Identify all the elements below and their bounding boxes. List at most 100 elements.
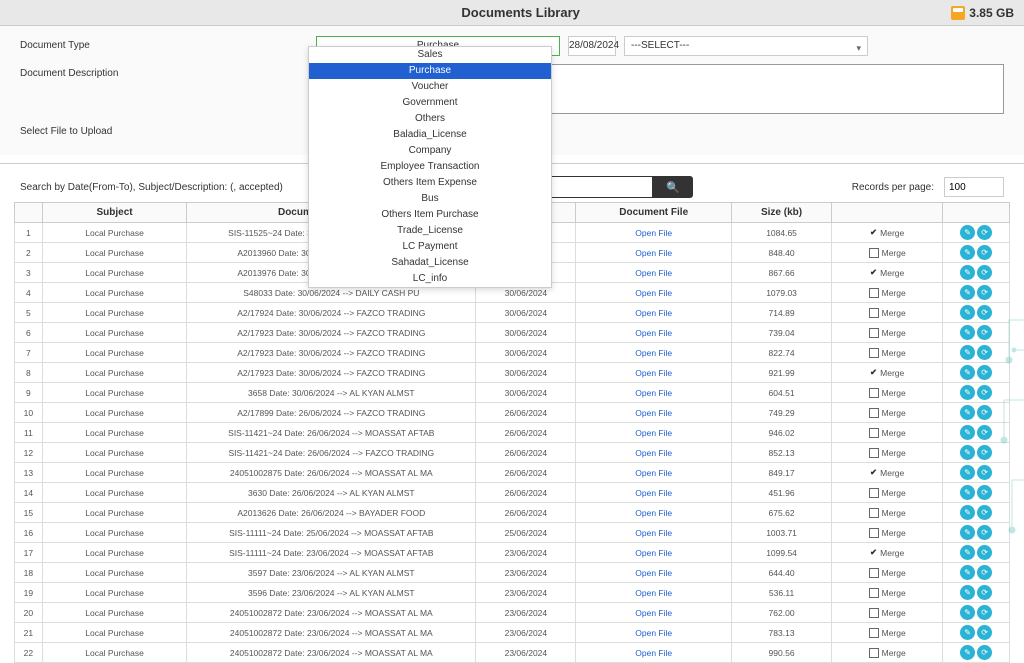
sync-icon[interactable]: ⟳ <box>977 245 992 260</box>
open-file-link[interactable]: Open File <box>635 428 672 438</box>
merge-checkbox[interactable] <box>869 608 879 618</box>
edit-icon[interactable]: ✎ <box>960 625 975 640</box>
dropdown-item[interactable]: Baladia_License <box>309 127 551 143</box>
dropdown-item[interactable]: Voucher <box>309 79 551 95</box>
edit-icon[interactable]: ✎ <box>960 485 975 500</box>
edit-icon[interactable]: ✎ <box>960 265 975 280</box>
sync-icon[interactable]: ⟳ <box>977 465 992 480</box>
sync-icon[interactable]: ⟳ <box>977 305 992 320</box>
dropdown-item[interactable]: Sahadat_License <box>309 255 551 271</box>
open-file-link[interactable]: Open File <box>635 628 672 638</box>
edit-icon[interactable]: ✎ <box>960 305 975 320</box>
dropdown-item[interactable]: LC_info <box>309 271 551 287</box>
merge-checkbox[interactable] <box>869 408 879 418</box>
sync-icon[interactable]: ⟳ <box>977 405 992 420</box>
open-file-link[interactable]: Open File <box>635 288 672 298</box>
edit-icon[interactable]: ✎ <box>960 525 975 540</box>
sync-icon[interactable]: ⟳ <box>977 225 992 240</box>
open-file-link[interactable]: Open File <box>635 508 672 518</box>
open-file-link[interactable]: Open File <box>635 368 672 378</box>
dropdown-item[interactable]: Trade_License <box>309 223 551 239</box>
merge-checkbox[interactable] <box>869 508 879 518</box>
doctype-dropdown[interactable]: SalesPurchaseVoucherGovernmentOthersBala… <box>308 46 552 288</box>
sync-icon[interactable]: ⟳ <box>977 525 992 540</box>
dropdown-item[interactable]: Purchase <box>309 63 551 79</box>
open-file-link[interactable]: Open File <box>635 588 672 598</box>
edit-icon[interactable]: ✎ <box>960 445 975 460</box>
open-file-link[interactable]: Open File <box>635 268 672 278</box>
open-file-link[interactable]: Open File <box>635 348 672 358</box>
dropdown-item[interactable]: Sales <box>309 47 551 63</box>
dropdown-item[interactable]: Government <box>309 95 551 111</box>
open-file-link[interactable]: Open File <box>635 228 672 238</box>
sync-icon[interactable]: ⟳ <box>977 625 992 640</box>
edit-icon[interactable]: ✎ <box>960 585 975 600</box>
edit-icon[interactable]: ✎ <box>960 245 975 260</box>
dropdown-item[interactable]: LC Payment <box>309 239 551 255</box>
sync-icon[interactable]: ⟳ <box>977 425 992 440</box>
merge-checkbox[interactable] <box>869 248 879 258</box>
edit-icon[interactable]: ✎ <box>960 325 975 340</box>
sync-icon[interactable]: ⟳ <box>977 365 992 380</box>
open-file-link[interactable]: Open File <box>635 648 672 658</box>
sync-icon[interactable]: ⟳ <box>977 325 992 340</box>
open-file-link[interactable]: Open File <box>635 328 672 338</box>
merge-checkbox[interactable] <box>869 388 879 398</box>
sync-icon[interactable]: ⟳ <box>977 565 992 580</box>
dropdown-item[interactable]: Others Item Expense <box>309 175 551 191</box>
edit-icon[interactable]: ✎ <box>960 345 975 360</box>
dropdown-item[interactable]: Others Item Purchase <box>309 207 551 223</box>
sync-icon[interactable]: ⟳ <box>977 265 992 280</box>
sync-icon[interactable]: ⟳ <box>977 345 992 360</box>
merge-checkbox[interactable] <box>869 428 879 438</box>
edit-icon[interactable]: ✎ <box>960 405 975 420</box>
edit-icon[interactable]: ✎ <box>960 565 975 580</box>
open-file-link[interactable]: Open File <box>635 488 672 498</box>
open-file-link[interactable]: Open File <box>635 388 672 398</box>
open-file-link[interactable]: Open File <box>635 248 672 258</box>
open-file-link[interactable]: Open File <box>635 468 672 478</box>
edit-icon[interactable]: ✎ <box>960 425 975 440</box>
sync-icon[interactable]: ⟳ <box>977 485 992 500</box>
open-file-link[interactable]: Open File <box>635 308 672 318</box>
merge-checkbox[interactable] <box>869 648 879 658</box>
open-file-link[interactable]: Open File <box>635 568 672 578</box>
edit-icon[interactable]: ✎ <box>960 465 975 480</box>
merge-checkbox[interactable] <box>869 588 879 598</box>
open-file-link[interactable]: Open File <box>635 408 672 418</box>
dropdown-item[interactable]: Bus <box>309 191 551 207</box>
edit-icon[interactable]: ✎ <box>960 545 975 560</box>
sync-icon[interactable]: ⟳ <box>977 585 992 600</box>
edit-icon[interactable]: ✎ <box>960 645 975 660</box>
merge-checkbox[interactable] <box>869 328 879 338</box>
sync-icon[interactable]: ⟳ <box>977 385 992 400</box>
open-file-link[interactable]: Open File <box>635 528 672 538</box>
dropdown-item[interactable]: Company <box>309 143 551 159</box>
sync-icon[interactable]: ⟳ <box>977 545 992 560</box>
edit-icon[interactable]: ✎ <box>960 285 975 300</box>
open-file-link[interactable]: Open File <box>635 448 672 458</box>
sync-icon[interactable]: ⟳ <box>977 605 992 620</box>
secondary-select[interactable]: ---SELECT--- <box>624 36 868 56</box>
edit-icon[interactable]: ✎ <box>960 365 975 380</box>
open-file-link[interactable]: Open File <box>635 548 672 558</box>
merge-checkbox[interactable] <box>869 288 879 298</box>
search-button[interactable]: 🔍 <box>653 176 693 198</box>
sync-icon[interactable]: ⟳ <box>977 445 992 460</box>
merge-checkbox[interactable] <box>869 348 879 358</box>
edit-icon[interactable]: ✎ <box>960 605 975 620</box>
sync-icon[interactable]: ⟳ <box>977 505 992 520</box>
records-per-page-input[interactable] <box>944 177 1004 197</box>
merge-checkbox[interactable] <box>869 628 879 638</box>
date-input[interactable]: 28/08/2024 <box>568 36 616 56</box>
dropdown-item[interactable]: Employee Transaction <box>309 159 551 175</box>
merge-checkbox[interactable] <box>869 528 879 538</box>
open-file-link[interactable]: Open File <box>635 608 672 618</box>
dropdown-item[interactable]: Others <box>309 111 551 127</box>
edit-icon[interactable]: ✎ <box>960 225 975 240</box>
sync-icon[interactable]: ⟳ <box>977 645 992 660</box>
edit-icon[interactable]: ✎ <box>960 505 975 520</box>
merge-checkbox[interactable] <box>869 568 879 578</box>
sync-icon[interactable]: ⟳ <box>977 285 992 300</box>
merge-checkbox[interactable] <box>869 308 879 318</box>
